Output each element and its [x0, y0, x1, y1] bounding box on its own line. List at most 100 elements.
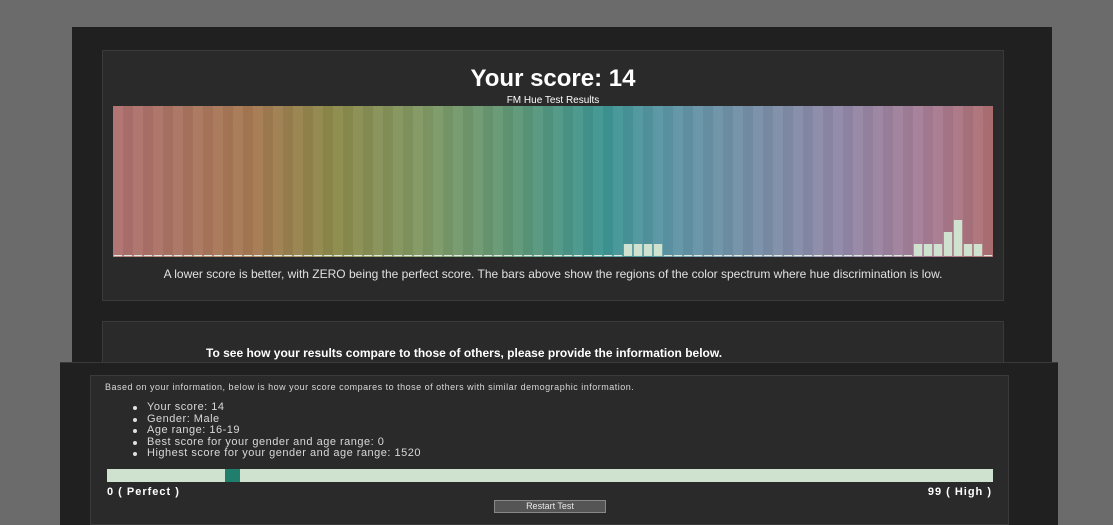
chart-bar [943, 232, 953, 256]
chart-bar [883, 255, 893, 257]
spectrum-stripe [233, 106, 243, 257]
chart-bar [523, 255, 533, 257]
chart-bar [483, 255, 493, 257]
spectrum-stripe [373, 106, 383, 257]
spectrum-stripe [313, 106, 323, 257]
spectrum-stripe [193, 106, 203, 257]
chart-bar [183, 255, 193, 257]
chart-bar [173, 255, 183, 257]
chart-bar [233, 255, 243, 257]
chart-bar [283, 255, 293, 257]
chart-bar [833, 255, 843, 257]
hue-spectrum-chart [113, 106, 993, 257]
chart-bar [133, 255, 143, 257]
chart-bar [623, 244, 633, 256]
spectrum-stripe [253, 106, 263, 257]
score-panel: Your score: 14 FM Hue Test Results A low… [102, 50, 1004, 301]
chart-bar [203, 255, 213, 257]
range-high-label: 99 ( High ) [927, 486, 992, 498]
info-prompt: To see how your results compare to those… [206, 346, 723, 360]
spectrum-stripe [643, 106, 653, 257]
chart-bar [613, 255, 623, 257]
spectrum-stripe [723, 106, 733, 257]
chart-bar [303, 255, 313, 257]
chart-bar [743, 255, 753, 257]
spectrum-stripe [843, 106, 853, 257]
chart-bar [893, 255, 903, 257]
chart-bar [653, 244, 663, 256]
spectrum-stripe [933, 106, 943, 257]
chart-bar [543, 255, 553, 257]
spectrum-stripe [983, 106, 993, 257]
spectrum-stripe [783, 106, 793, 257]
spectrum-stripe [613, 106, 623, 257]
spectrum-stripe [903, 106, 913, 257]
spectrum-stripe [803, 106, 813, 257]
spectrum-stripe [673, 106, 683, 257]
spectrum-stripe [213, 106, 223, 257]
chart-bar [683, 255, 693, 257]
spectrum-stripe [333, 106, 343, 257]
spectrum-stripe [593, 106, 603, 257]
chart-bar [823, 255, 833, 257]
chart-bar [513, 255, 523, 257]
spectrum-stripe [453, 106, 463, 257]
chart-bar [153, 255, 163, 257]
chart-bar [113, 255, 123, 257]
spectrum-stripe [853, 106, 863, 257]
spectrum-stripe [223, 106, 233, 257]
spectrum-stripe [403, 106, 413, 257]
spectrum-stripe [863, 106, 873, 257]
chart-bar [343, 255, 353, 257]
spectrum-stripe [263, 106, 273, 257]
spectrum-stripe [183, 106, 193, 257]
chart-bar [363, 255, 373, 257]
spectrum-stripe [893, 106, 903, 257]
chart-bar [853, 255, 863, 257]
chart-bar [293, 255, 303, 257]
chart-bar [963, 244, 973, 256]
spectrum-stripe [913, 106, 923, 257]
chart-bar [503, 255, 513, 257]
chart-bar [313, 255, 323, 257]
spectrum-stripe [973, 106, 983, 257]
spectrum-stripe [423, 106, 433, 257]
spectrum-stripe [533, 106, 543, 257]
spectrum-stripe [273, 106, 283, 257]
comparison-panel: Based on your information, below is how … [90, 375, 1009, 525]
chart-bar [913, 244, 923, 256]
chart-bar [453, 255, 463, 257]
spectrum-stripe [283, 106, 293, 257]
spectrum-stripe [113, 106, 123, 257]
spectrum-stripe [513, 106, 523, 257]
spectrum-stripe [393, 106, 403, 257]
restart-test-button[interactable]: Restart Test [494, 500, 606, 513]
chart-bar [443, 255, 453, 257]
chart-bar [273, 255, 283, 257]
spectrum-stripe [583, 106, 593, 257]
chart-bar [393, 255, 403, 257]
spectrum-stripe [683, 106, 693, 257]
spectrum-stripe [543, 106, 553, 257]
spectrum-stripe [123, 106, 133, 257]
spectrum-stripe [503, 106, 513, 257]
chart-bar [633, 244, 643, 256]
chart-bar [863, 255, 873, 257]
chart-bar [953, 220, 963, 256]
chart-bar [213, 255, 223, 257]
chart-bar [803, 255, 813, 257]
chart-bar [593, 255, 603, 257]
spectrum-stripe [923, 106, 933, 257]
chart-bar [123, 255, 133, 257]
comparison-intro: Based on your information, below is how … [105, 382, 635, 392]
stat-highest-score: Highest score for your gender and age ra… [129, 447, 421, 460]
spectrum-stripe [693, 106, 703, 257]
spectrum-stripe [773, 106, 783, 257]
chart-bar [933, 244, 943, 256]
chart-bar [553, 255, 563, 257]
score-marker [225, 469, 241, 482]
chart-bar [333, 255, 343, 257]
spectrum-stripe [713, 106, 723, 257]
chart-bar [793, 255, 803, 257]
chart-bar [753, 255, 763, 257]
